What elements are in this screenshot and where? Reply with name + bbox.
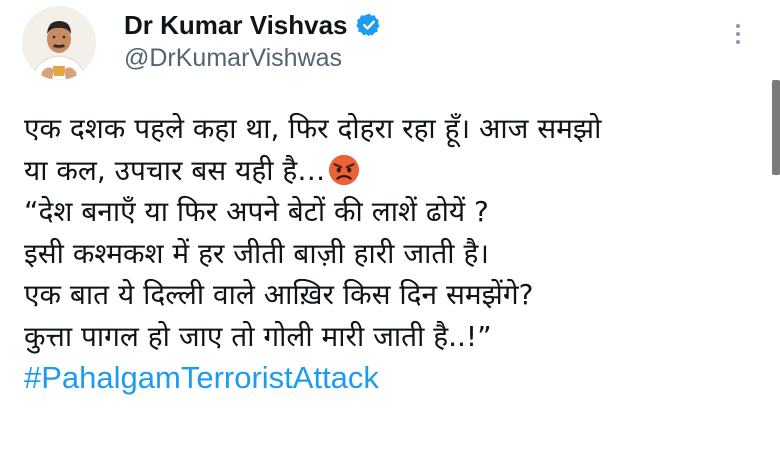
scrollbar-thumb[interactable] <box>772 80 780 175</box>
avatar[interactable] <box>22 6 96 80</box>
more-options-icon[interactable] <box>728 24 748 54</box>
author-handle[interactable]: @DrKumarVishwas <box>124 44 342 73</box>
tweet-line-1: एक दशक पहले कहा था, फिर दोहरा रहा हूँ। आ… <box>24 108 744 150</box>
tweet-line-4: इसी कश्मकश में हर जीती बाज़ी हारी जाती ह… <box>24 233 744 275</box>
angry-face-emoji-icon <box>327 153 361 187</box>
hashtag-link[interactable]: #PahalgamTerroristAttack <box>24 357 744 399</box>
tweet-line-6: कुत्ता पागल हो जाए तो गोली मारी जाती है.… <box>24 316 744 358</box>
tweet-line-text: या कल, उपचार बस यही है… <box>24 153 326 187</box>
tweet-line-text: एक बात ये दिल्ली वाले आख़िर किस दिन समझे… <box>24 278 534 311</box>
verified-badge-icon <box>355 12 382 38</box>
avatar-image <box>22 6 96 80</box>
tweet-line-text: एक दशक पहले कहा था, फिर दोहरा रहा हूँ। आ… <box>24 112 602 145</box>
author-name-row: Dr Kumar Vishvas <box>124 8 382 42</box>
tweet-line-2: या कल, उपचार बस यही है… <box>24 150 744 192</box>
display-name[interactable]: Dr Kumar Vishvas <box>124 10 348 41</box>
tweet-card: Dr Kumar Vishvas @DrKumarVishwas एक दशक … <box>0 0 780 470</box>
tweet-line-text: “देश बनाएँ या फिर अपने बेटों की लाशें ढो… <box>24 195 489 228</box>
tweet-line-3: “देश बनाएँ या फिर अपने बेटों की लाशें ढो… <box>24 191 744 233</box>
tweet-line-5: एक बात ये दिल्ली वाले आख़िर किस दिन समझे… <box>24 274 744 316</box>
tweet-line-text: कुत्ता पागल हो जाए तो गोली मारी जाती है.… <box>24 319 492 353</box>
tweet-line-text: इसी कश्मकश में हर जीती बाज़ी हारी जाती ह… <box>24 236 489 270</box>
tweet-text: एक दशक पहले कहा था, फिर दोहरा रहा हूँ। आ… <box>24 108 744 399</box>
